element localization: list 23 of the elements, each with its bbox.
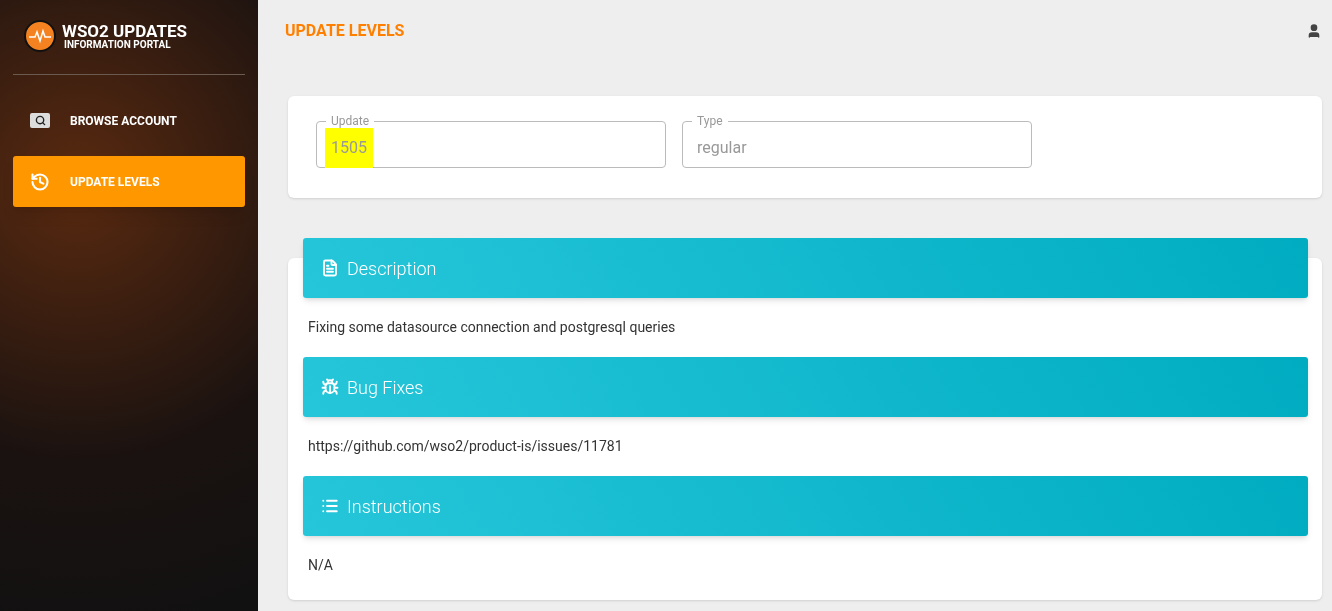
bug-icon [321, 378, 339, 396]
history-icon [30, 171, 50, 192]
section-title: Instructions [347, 494, 441, 519]
page-title: UPDATE LEVELS [285, 20, 405, 42]
search-icon [30, 113, 50, 128]
brand-title: WSO2 UPDATES [62, 22, 188, 40]
section-text: https://github.com/wso2/product-is/issues/11781 [307, 437, 624, 456]
field-label: Update [330, 113, 371, 130]
pulse-logo-icon [24, 20, 56, 52]
section-text: N/A [307, 556, 334, 575]
section-text: Fixing some datasource connection and postgresql queries [307, 318, 677, 337]
nav-item[interactable]: UPDATE LEVELS [13, 156, 245, 207]
document-icon [321, 259, 339, 277]
nav-item[interactable]: BROWSE ACCOUNT [13, 95, 245, 146]
field-value: regular [696, 137, 748, 159]
field-label: Type [696, 113, 724, 130]
brand-subtitle: INFORMATION PORTAL [64, 39, 172, 50]
list-icon [321, 497, 339, 515]
text-field[interactable]: Update 1505 [316, 112, 666, 168]
section-title: Bug Fixes [347, 375, 424, 400]
field-value: 1505 [325, 128, 373, 168]
section-title: Description [347, 256, 437, 281]
account-icon[interactable] [1306, 23, 1322, 39]
